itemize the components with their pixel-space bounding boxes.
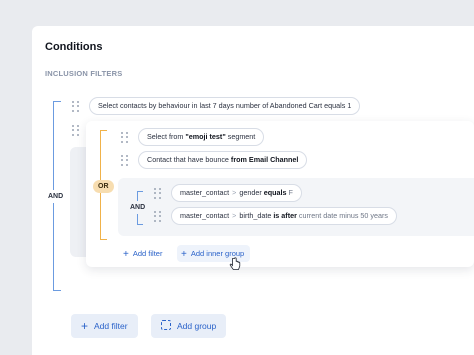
filter-value: "emoji test": [185, 132, 226, 141]
page-title: Conditions: [45, 41, 103, 53]
attribute-name: gender: [239, 188, 262, 197]
field-name: master_contact: [180, 211, 230, 220]
filter-value: current date minus 50 years: [298, 211, 388, 220]
inner-operator-badge[interactable]: AND: [125, 201, 151, 214]
filter-text: segment: [225, 132, 256, 141]
plus-icon: +: [123, 249, 129, 260]
filter-text: Contact that have bounce: [147, 155, 231, 164]
attribute-name: birth_date: [239, 211, 272, 220]
group-icon: [161, 320, 171, 330]
button-label: Add filter: [132, 249, 163, 258]
group-add-filter-button[interactable]: + Add filter: [119, 245, 168, 262]
field-name: master_contact: [180, 188, 230, 197]
drag-handle-icon[interactable]: [121, 155, 129, 166]
filter-value: from: [230, 155, 247, 164]
chevron-right-icon: >: [232, 211, 237, 220]
filter-chip-segment[interactable]: Select from "emoji test" segment: [138, 128, 265, 146]
filter-chip-bounce[interactable]: Contact that have bounce from Email Chan…: [138, 151, 308, 169]
filter-chip-gender[interactable]: master_contact > gender equals F: [171, 184, 302, 202]
drag-handle-icon[interactable]: [72, 101, 80, 112]
drag-handle-icon[interactable]: [72, 125, 80, 136]
filter-value: F: [288, 188, 293, 197]
button-label: Add group: [177, 321, 217, 331]
add-filter-button[interactable]: + Add filter: [71, 314, 138, 338]
filter-value: Email Channel: [246, 155, 299, 164]
plus-icon: +: [181, 249, 187, 260]
group-operator-badge[interactable]: OR: [93, 180, 114, 193]
filter-chip-birthdate[interactable]: master_contact > birth_date is after curre…: [171, 207, 397, 225]
plus-icon: +: [81, 319, 89, 333]
filter-chip-behaviour[interactable]: Select contacts by behaviour in last 7 d…: [89, 97, 361, 115]
button-label: Add filter: [94, 321, 128, 331]
operator: equals: [263, 188, 287, 197]
drag-handle-icon[interactable]: [154, 188, 162, 199]
drag-handle-icon[interactable]: [154, 211, 162, 222]
filter-text: Select from: [147, 132, 186, 141]
operator: is after: [273, 211, 297, 220]
filter-text: Select contacts by behaviour in last 7 d…: [98, 101, 352, 110]
root-operator-badge[interactable]: AND: [43, 190, 69, 203]
chevron-right-icon: >: [232, 188, 237, 197]
hand-cursor-icon: [229, 257, 241, 270]
inclusion-filters-label: INCLUSION FILTERS: [45, 69, 123, 78]
drag-handle-icon[interactable]: [121, 132, 129, 143]
add-group-button[interactable]: Add group: [151, 314, 227, 338]
